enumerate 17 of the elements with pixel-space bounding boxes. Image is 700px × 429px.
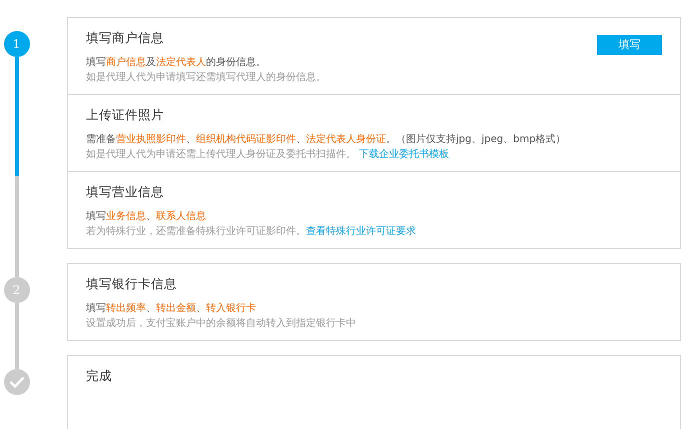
text-link[interactable]: 下载企业委托书模板: [359, 149, 450, 160]
section-title: 填写商户信息: [86, 30, 164, 47]
description-text: 填写业务信息、联系人信息: [86, 210, 207, 224]
note-text: 若为特殊行业，还需准备特殊行业许可证影印件。查看特殊行业许可证要求: [86, 224, 417, 239]
description-text: 需准备营业执照影印件、组织机构代码证影印件、法定代表人身份证。（图片仅支持jpg、jpeg、bmp格式）: [86, 132, 567, 147]
fill-in-button[interactable]: 填写: [597, 34, 662, 54]
note-text: 如是代理人代为申请还需上传代理人身份证及委托书扫描件。 下载企业委托书模板: [86, 148, 450, 162]
section-title: 上传证件照片: [86, 107, 164, 124]
step-number: 1: [4, 31, 30, 57]
section-title: 填写营业信息: [86, 184, 164, 201]
description-text: 填写商户信息及法定代表人的身份信息。: [86, 56, 267, 70]
description-text: 填写转出频率、转出金额、转入银行卡: [86, 302, 257, 316]
note-text: 设置成功后，支付宝账户中的余额将自动转入到指定银行卡中: [86, 316, 357, 331]
text-link[interactable]: 查看特殊行业许可证要求: [306, 226, 416, 237]
section-title: 填写银行卡信息: [86, 276, 177, 293]
note-text: 如是代理人代为申请填写还需填写代理人的身份信息。: [86, 70, 327, 85]
section-title: 完成: [86, 368, 112, 385]
